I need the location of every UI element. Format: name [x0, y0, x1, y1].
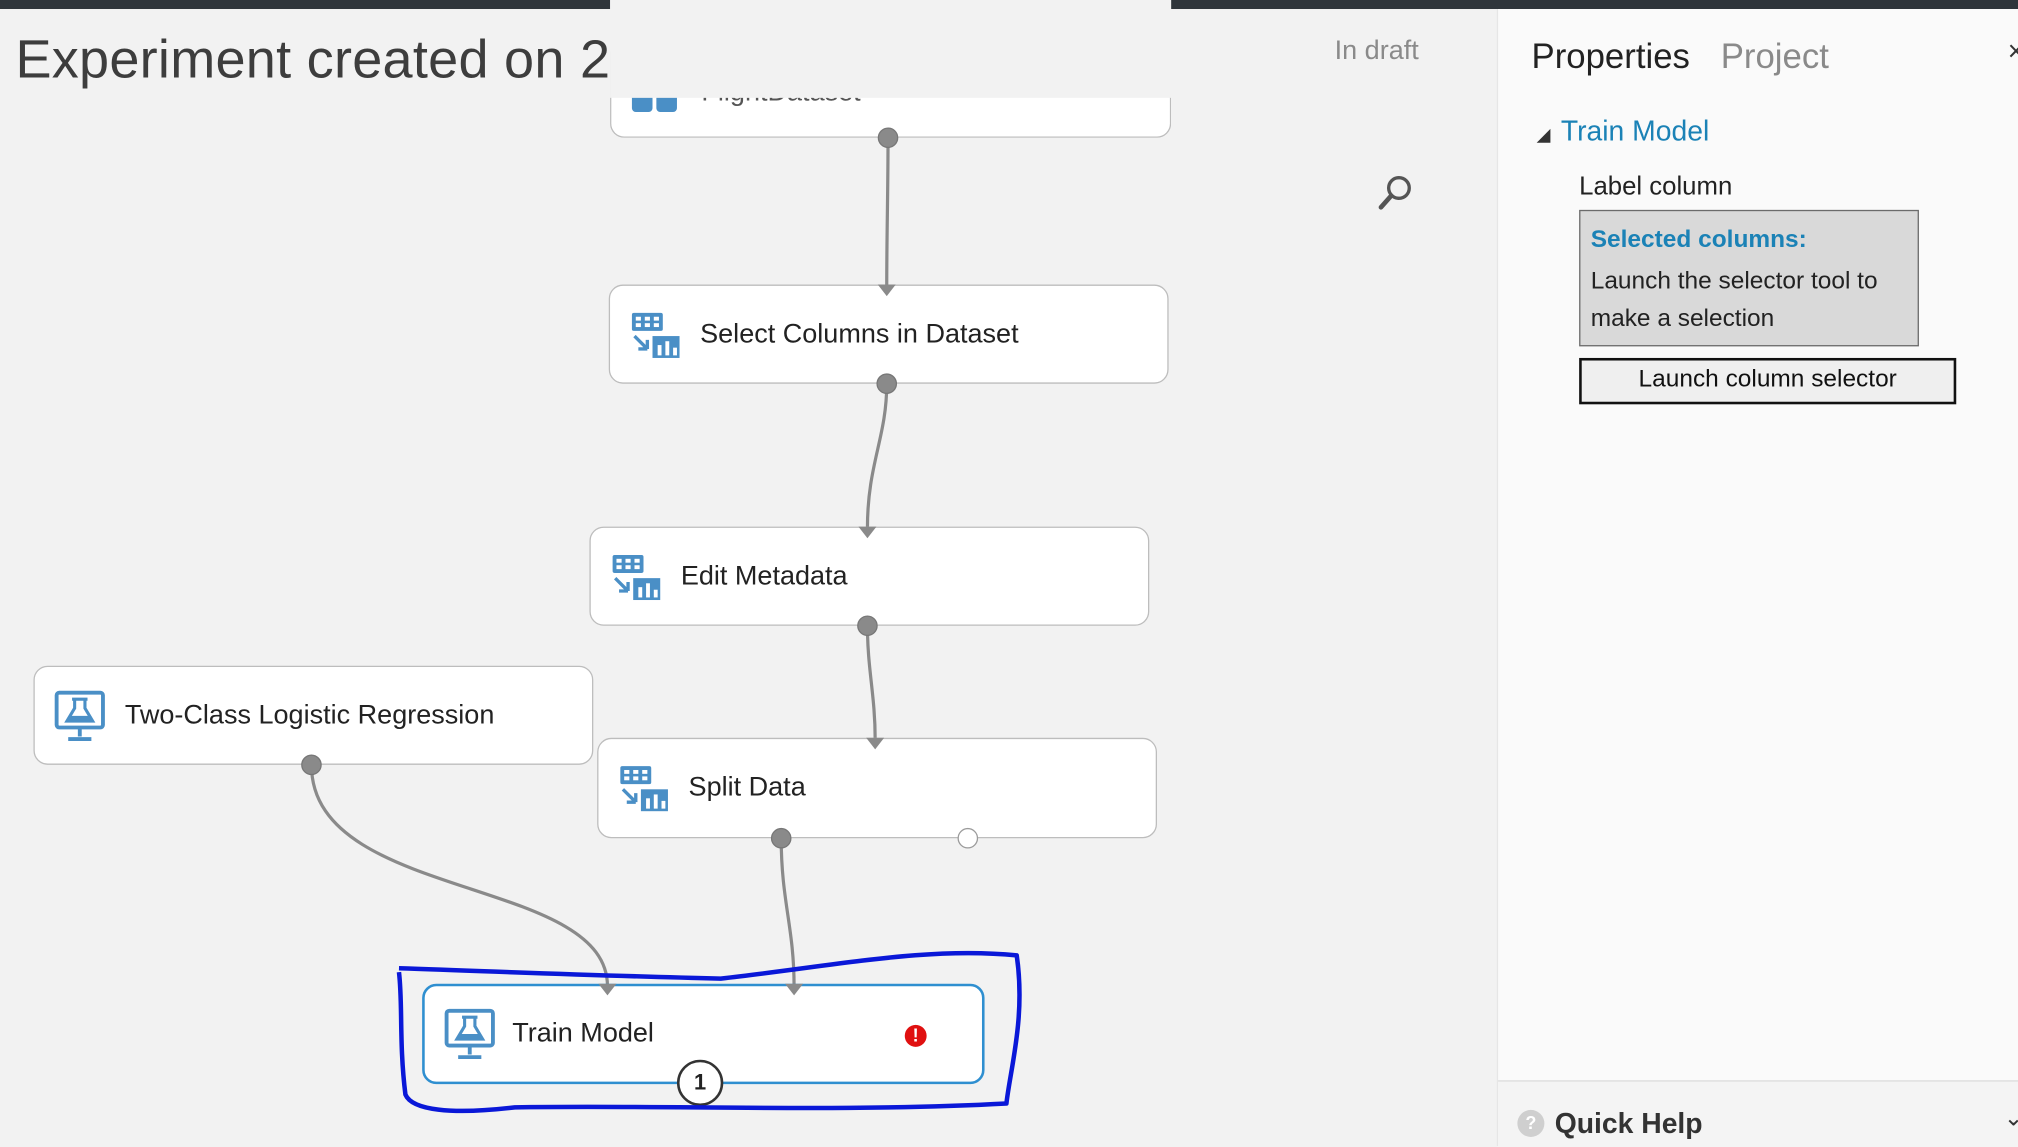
input-port[interactable]: [858, 526, 877, 539]
wire-split-to-train: [779, 838, 796, 987]
module-label: Two-Class Logistic Regression: [124, 699, 495, 730]
section-train-model[interactable]: ◢ Train Model: [1537, 115, 1710, 148]
quick-help-label: Quick Help: [1554, 1107, 1703, 1140]
section-title: Train Model: [1560, 114, 1710, 147]
wire-metadata-to-split: [865, 625, 877, 740]
wire-dataset-to-select: [885, 137, 890, 286]
output-port[interactable]: [876, 373, 898, 395]
wire-regression-to-train: [309, 764, 610, 987]
data-transform-icon: [620, 766, 668, 812]
module-logistic-regression[interactable]: Two-Class Logistic Regression: [33, 665, 594, 765]
input-port-left[interactable]: [598, 983, 617, 996]
label-column-label: Label column: [1579, 172, 1733, 201]
output-port[interactable]: [877, 127, 899, 149]
module-label: Train Model: [512, 1018, 654, 1049]
module-edit-metadata[interactable]: Edit Metadata: [589, 526, 1150, 626]
model-icon: [444, 1008, 495, 1060]
collapse-triangle-icon[interactable]: ◢: [1537, 124, 1551, 145]
module-label: Split Data: [688, 772, 806, 803]
output-port-right[interactable]: [957, 827, 979, 849]
tab-project[interactable]: Project: [1721, 37, 1829, 77]
error-icon[interactable]: !: [904, 1024, 927, 1047]
launch-column-selector-button[interactable]: Launch column selector: [1579, 357, 1957, 405]
data-transform-icon: [612, 554, 661, 600]
module-label: Edit Metadata: [680, 560, 848, 591]
output-port[interactable]: [301, 754, 322, 776]
tab-properties[interactable]: Properties: [1532, 37, 1690, 77]
help-icon: ?: [1517, 1109, 1545, 1137]
module-label: Select Columns in Dataset: [700, 318, 1019, 349]
selected-columns-heading: Selected columns:: [1590, 226, 1807, 254]
close-icon[interactable]: ×: [2008, 35, 2018, 68]
selected-columns-text: Launch the selector tool to make a selec…: [1590, 267, 1878, 333]
quick-help-bar[interactable]: ? Quick Help ⌄: [1498, 1080, 2018, 1147]
model-icon: [54, 690, 105, 741]
properties-panel: Properties Project × ◢ Train Model Label …: [1496, 9, 2018, 1147]
input-port-right[interactable]: [785, 983, 804, 996]
input-port[interactable]: [877, 284, 896, 297]
chevron-down-icon[interactable]: ⌄: [2004, 1105, 2018, 1132]
run-count-badge: 1: [676, 1059, 724, 1107]
selected-columns-box: Selected columns: Launch the selector to…: [1579, 209, 1919, 347]
canvas-clip: [610, 0, 1172, 98]
input-port[interactable]: [866, 737, 885, 750]
module-split-data[interactable]: Split Data: [597, 737, 1158, 839]
data-transform-icon: [631, 312, 680, 358]
module-select-columns[interactable]: Select Columns in Dataset: [608, 284, 1169, 384]
wire-select-to-metadata: [865, 383, 889, 528]
output-port[interactable]: [857, 615, 878, 637]
output-port-left[interactable]: [770, 827, 792, 849]
